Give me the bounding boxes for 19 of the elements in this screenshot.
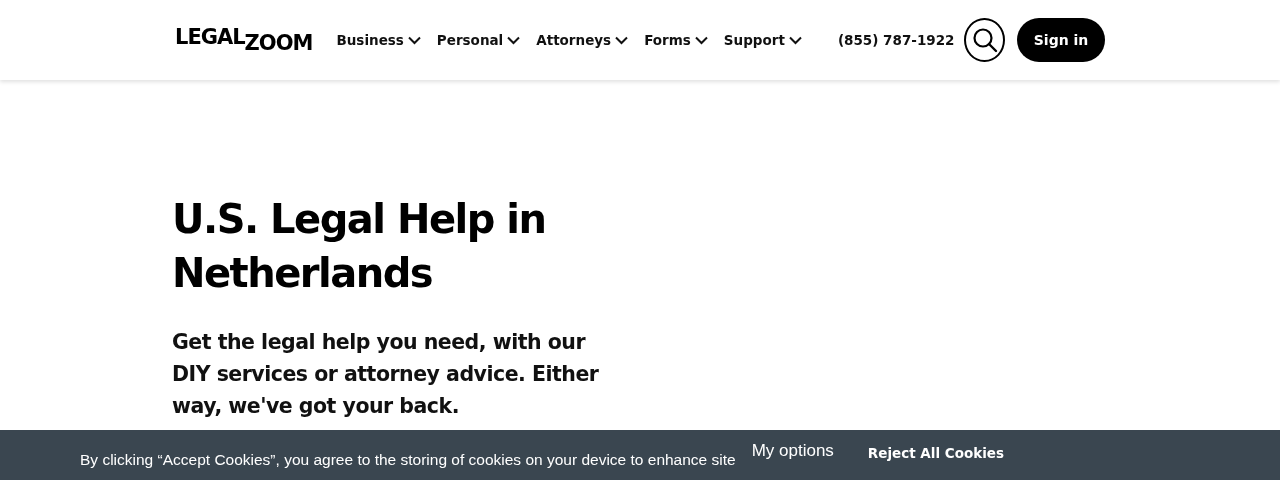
nav-menu-item[interactable]: Attorneys	[536, 32, 629, 48]
chevron-down-icon	[507, 35, 521, 45]
search-button[interactable]	[964, 18, 1006, 62]
hero-subtitle: Get the legal help you need, with our DIY services or attorney advice. Either way, we've got your back.	[172, 329, 600, 420]
page-title: U.S. Legal Help in Netherlands	[172, 195, 547, 298]
cookie-notice-text: By clicking “Accept Cookies”, you agree to the storing of cookies on your device to enhance site	[80, 450, 736, 470]
nav-menu-item[interactable]: Forms	[644, 32, 708, 48]
phone-link[interactable]: (855) 787-1922	[837, 32, 955, 48]
reject-cookies-button[interactable]: Reject All Cookies	[861, 444, 1010, 462]
chevron-down-icon	[694, 35, 708, 45]
my-options-button[interactable]: My options	[745, 440, 840, 462]
chevron-down-icon	[407, 35, 421, 45]
nav-menu-item[interactable]: Personal	[436, 32, 521, 48]
nav-menu-item[interactable]: Support	[723, 32, 802, 48]
chevron-down-icon	[615, 35, 629, 45]
nav-menu-item[interactable]: Business	[336, 32, 421, 48]
search-icon	[971, 27, 998, 53]
chevron-down-icon	[788, 35, 802, 45]
sign-in-button[interactable]: Sign in	[1017, 18, 1105, 62]
